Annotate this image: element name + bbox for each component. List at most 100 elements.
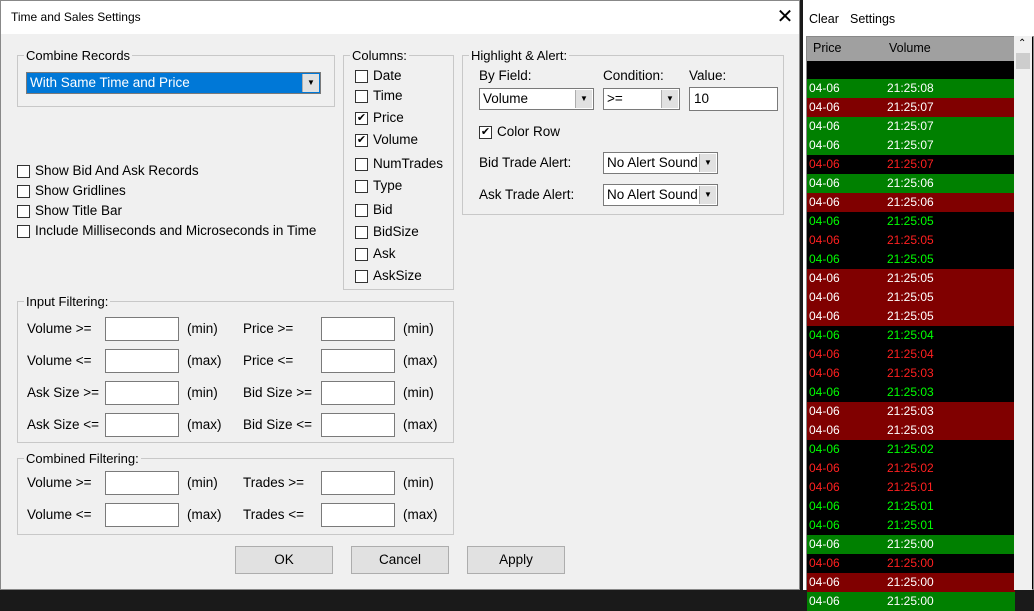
trade-price: 04-06 (809, 81, 840, 95)
highlight-legend: Highlight & Alert: (471, 48, 568, 63)
filter-label: Bid Size <= (243, 417, 313, 432)
column-checkbox-numtrades[interactable] (355, 158, 368, 171)
column-checkbox-time[interactable] (355, 90, 368, 103)
color-row-checkbox[interactable]: ✔ (479, 126, 492, 139)
trade-row[interactable]: 04-06 21:25:01 (807, 497, 1015, 516)
filter-input[interactable] (321, 503, 395, 527)
filter-input[interactable] (105, 349, 179, 373)
filter-unit: (min) (187, 385, 218, 400)
trade-price: 04-06 (809, 461, 840, 475)
filter-input[interactable] (105, 471, 179, 495)
trade-price: 04-06 (809, 480, 840, 494)
value-input[interactable]: 10 (689, 87, 778, 111)
trade-row[interactable]: 04-06 21:25:05 (807, 250, 1015, 269)
filter-unit: (max) (403, 417, 438, 432)
settings-menu[interactable]: Settings (850, 12, 895, 26)
apply-button[interactable]: Apply (467, 546, 565, 574)
scrollbar[interactable]: ⌃ (1014, 36, 1032, 590)
trade-price: 04-06 (809, 537, 840, 551)
column-checkbox-ask[interactable] (355, 248, 368, 261)
option-checkbox[interactable] (17, 185, 30, 198)
trade-row[interactable]: 04-06 21:25:04 (807, 345, 1015, 364)
chevron-up-icon[interactable]: ⌃ (1018, 38, 1026, 49)
option-checkbox[interactable] (17, 205, 30, 218)
trade-row[interactable]: 04-06 21:25:00 (807, 554, 1015, 573)
scrollbar-thumb[interactable] (1016, 53, 1030, 69)
option-checkbox[interactable] (17, 165, 30, 178)
trade-row[interactable]: 04-06 21:25:01 (807, 516, 1015, 535)
trade-row[interactable]: 04-06 21:25:07 (807, 155, 1015, 174)
ask-alert-select[interactable]: No Alert Sound ▼ (603, 184, 718, 206)
filter-unit: (min) (403, 475, 434, 490)
condition-select[interactable]: >= ▼ (603, 88, 680, 110)
trade-volume: 21:25:03 (887, 423, 934, 437)
column-checkbox-price[interactable]: ✔ (355, 112, 368, 125)
trade-row[interactable]: 04-06 21:25:05 (807, 231, 1015, 250)
filter-input[interactable] (105, 503, 179, 527)
trade-row[interactable]: 04-06 21:25:03 (807, 364, 1015, 383)
filter-input[interactable] (105, 413, 179, 437)
clear-menu[interactable]: Clear (809, 12, 839, 26)
column-checkbox-date[interactable] (355, 70, 368, 83)
filter-input[interactable] (321, 413, 395, 437)
filter-label: Volume >= (27, 475, 92, 490)
filter-input[interactable] (321, 471, 395, 495)
trade-price: 04-06 (809, 176, 840, 190)
trade-row[interactable]: 04-06 21:25:05 (807, 307, 1015, 326)
trade-row[interactable]: 04-06 21:25:03 (807, 402, 1015, 421)
filter-input[interactable] (321, 317, 395, 341)
trade-row[interactable]: 04-06 21:25:08 (807, 79, 1015, 98)
trade-row[interactable]: 04-06 21:25:07 (807, 117, 1015, 136)
trade-row[interactable]: 04-06 21:25:07 (807, 98, 1015, 117)
ask-alert-label: Ask Trade Alert: (479, 187, 575, 202)
filter-input[interactable] (321, 381, 395, 405)
trade-row[interactable]: 04-06 21:25:06 (807, 174, 1015, 193)
column-label: Price (373, 110, 404, 125)
trade-row[interactable]: 04-06 21:25:05 (807, 288, 1015, 307)
trade-row[interactable]: 04-06 21:25:02 (807, 440, 1015, 459)
trade-price: 04-06 (809, 385, 840, 399)
chevron-down-icon: ▼ (302, 74, 319, 92)
trade-row[interactable]: 04-06 21:25:03 (807, 421, 1015, 440)
filter-input[interactable] (105, 381, 179, 405)
color-row-label: Color Row (497, 124, 561, 139)
combine-records-select[interactable]: With Same Time and Price ▼ (26, 72, 321, 94)
cancel-button[interactable]: Cancel (351, 546, 449, 574)
by-field-select[interactable]: Volume ▼ (479, 88, 594, 110)
trade-row[interactable]: 04-06 21:25:05 (807, 212, 1015, 231)
column-checkbox-asksize[interactable] (355, 270, 368, 283)
filter-input[interactable] (321, 349, 395, 373)
input-filtering-legend: Input Filtering: (26, 294, 109, 309)
trade-volume: 21:25:08 (887, 81, 934, 95)
trade-row[interactable]: 04-06 21:25:00 (807, 535, 1015, 554)
chevron-down-icon: ▼ (699, 186, 716, 204)
trade-row[interactable]: 04-06 21:25:06 (807, 193, 1015, 212)
column-checkbox-bid[interactable] (355, 204, 368, 217)
trade-row[interactable]: 04-06 21:25:00 (807, 592, 1015, 611)
trade-row[interactable]: 04-06 21:25:00 (807, 573, 1015, 592)
option-checkbox[interactable] (17, 225, 30, 238)
header-volume[interactable]: Volume (889, 41, 931, 55)
trade-row[interactable]: 04-06 21:25:03 (807, 383, 1015, 402)
filter-input[interactable] (105, 317, 179, 341)
option-label: Show Bid And Ask Records (35, 163, 199, 178)
trade-price: 04-06 (809, 366, 840, 380)
ok-button[interactable]: OK (235, 546, 333, 574)
trade-row[interactable]: 04-06 21:25:04 (807, 326, 1015, 345)
column-checkbox-bidsize[interactable] (355, 226, 368, 239)
trade-volume: 21:25:07 (887, 138, 934, 152)
header-price[interactable]: Price (813, 41, 841, 55)
trade-volume: 21:25:03 (887, 404, 934, 418)
trade-row[interactable]: 04-06 21:25:02 (807, 459, 1015, 478)
column-checkbox-volume[interactable]: ✔ (355, 134, 368, 147)
bid-alert-select[interactable]: No Alert Sound ▼ (603, 152, 718, 174)
trade-price: 04-06 (809, 138, 840, 152)
trade-row[interactable]: 04-06 21:25:05 (807, 269, 1015, 288)
trade-price: 04-06 (809, 556, 840, 570)
filter-unit: (max) (403, 507, 438, 522)
column-checkbox-type[interactable] (355, 180, 368, 193)
trade-row[interactable]: 04-06 21:25:07 (807, 136, 1015, 155)
dialog-title: Time and Sales Settings (11, 10, 141, 24)
trade-row[interactable]: 04-06 21:25:01 (807, 478, 1015, 497)
close-icon[interactable]: ✕ (773, 4, 797, 30)
